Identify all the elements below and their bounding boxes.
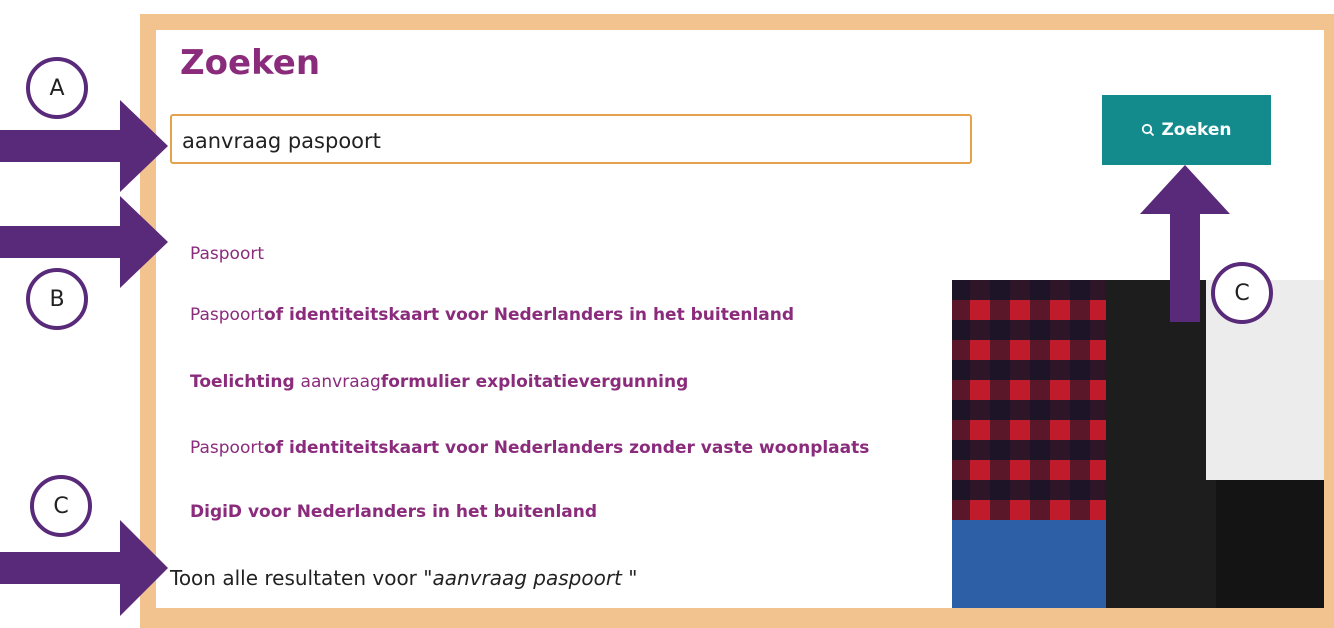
arrow-b (0, 196, 168, 288)
annotation-label-b: B (26, 268, 88, 330)
annotation-label-c-top: C (1211, 262, 1273, 324)
arrow-c-bottom (0, 520, 168, 616)
annotation-arrows (0, 100, 1230, 616)
annotation-label-c-bottom: C (30, 475, 92, 537)
arrow-a (0, 100, 168, 192)
annotation-label-a: A (26, 57, 88, 119)
